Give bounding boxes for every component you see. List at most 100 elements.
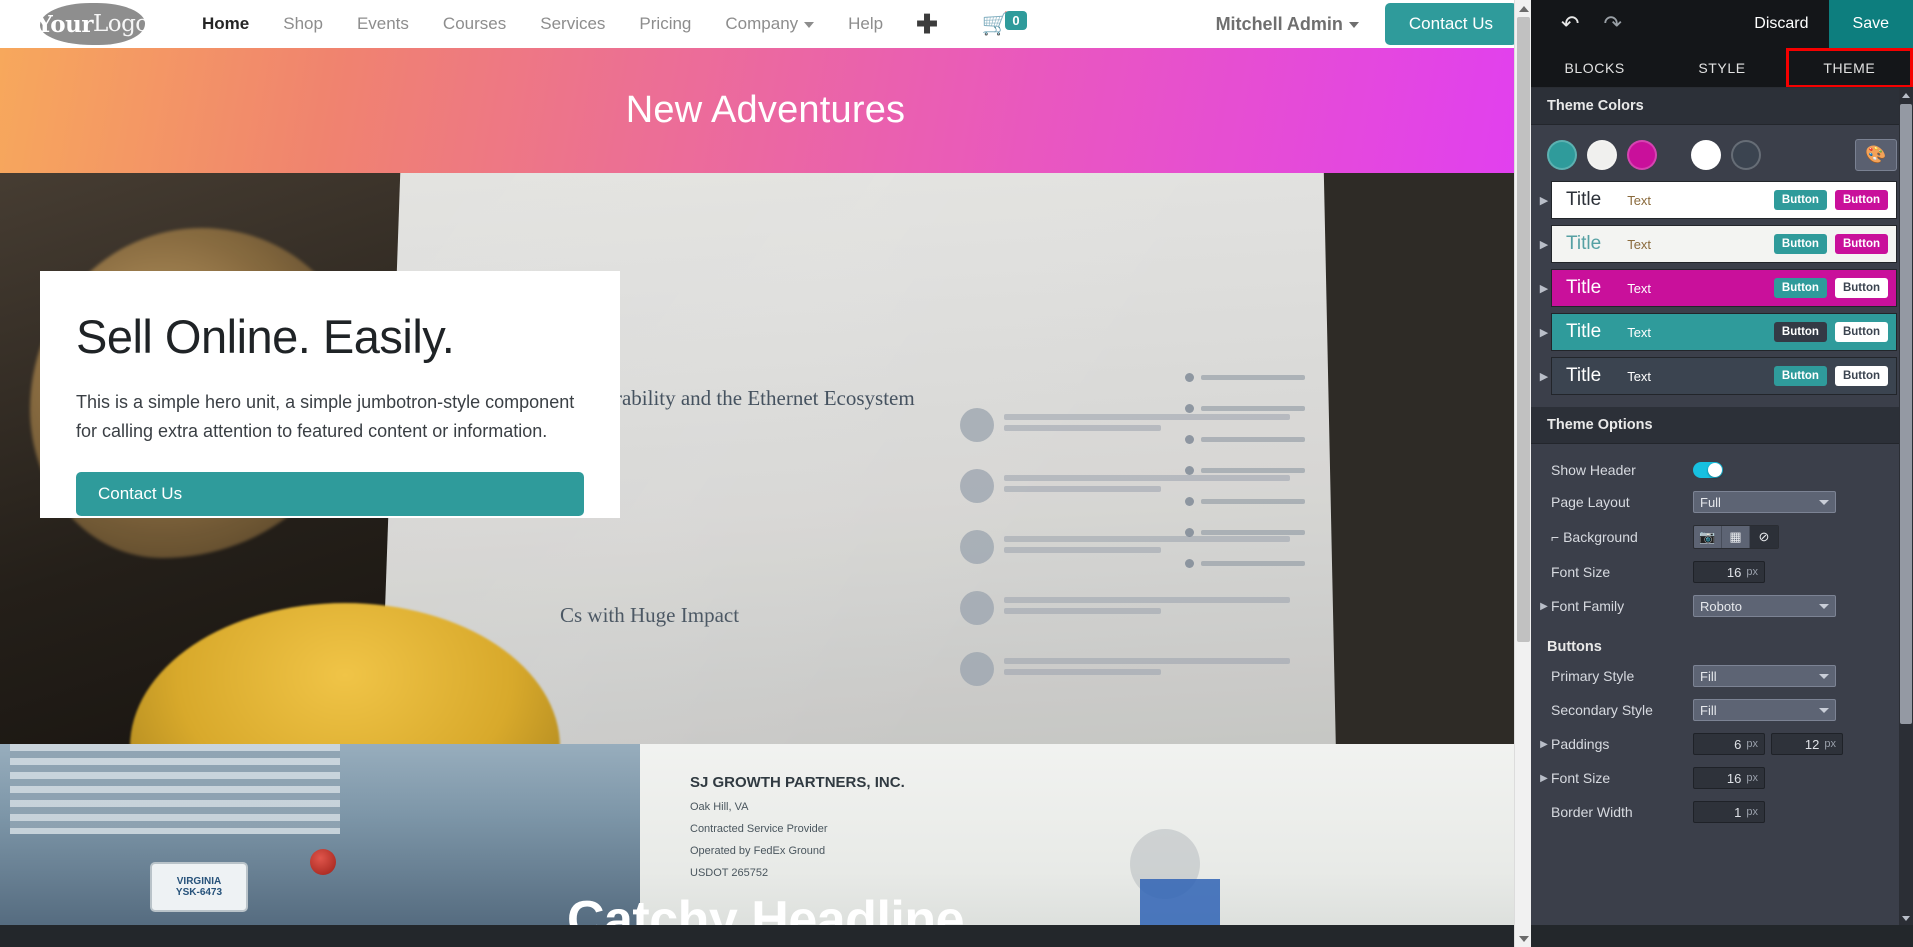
theme-preview-expand-arrow[interactable]: ▶: [1537, 282, 1551, 295]
padding-horizontal-unit: px: [1824, 738, 1836, 750]
nav-item-pricing[interactable]: Pricing: [622, 8, 708, 40]
button-font-size-expand-arrow[interactable]: ▶: [1537, 773, 1551, 784]
logo-text-light: Logo: [92, 11, 149, 37]
website-scrollbar[interactable]: [1514, 0, 1531, 947]
theme-preview[interactable]: Title Text Button Button: [1551, 181, 1897, 219]
theme-preview-secondary-button[interactable]: Button: [1834, 322, 1888, 342]
option-page-layout: Page Layout Full: [1531, 485, 1913, 519]
primary-style-select[interactable]: Fill: [1693, 665, 1836, 687]
show-header-label: Show Header: [1551, 461, 1636, 478]
secondary-style-select[interactable]: Fill: [1693, 699, 1836, 721]
list-item: [960, 591, 1290, 625]
nav-item-services[interactable]: Services: [523, 8, 622, 40]
promo-banner-title: New Adventures: [625, 89, 906, 131]
panel-scrollbar-thumb[interactable]: [1900, 104, 1912, 724]
padding-vertical-input[interactable]: 6 px: [1693, 733, 1765, 755]
save-button[interactable]: Save: [1828, 0, 1913, 48]
font-family-select[interactable]: Roboto: [1693, 595, 1836, 617]
nav-item-courses[interactable]: Courses: [426, 8, 523, 40]
nav-item-home[interactable]: Home: [185, 8, 266, 40]
theme-preview[interactable]: Title Text Button Button: [1551, 313, 1897, 351]
page-layout-value: Full: [1700, 494, 1721, 510]
theme-preview-expand-arrow[interactable]: ▶: [1537, 238, 1551, 251]
scrollbar-thumb[interactable]: [1517, 17, 1530, 642]
truck-usdot: USDOT 265752: [690, 866, 769, 879]
redo-icon[interactable]: ↷: [1591, 9, 1633, 39]
font-size-input[interactable]: 16 px: [1693, 561, 1765, 583]
theme-preview[interactable]: Title Text Button Button: [1551, 357, 1897, 395]
scroll-down-arrow[interactable]: [1515, 930, 1531, 947]
truck-company: SJ GROWTH PARTNERS, INC.: [690, 774, 905, 791]
buttons-section-heading: Buttons: [1531, 629, 1913, 659]
secondary-color-swatch[interactable]: [1587, 140, 1617, 170]
nav-item-company[interactable]: Company: [708, 8, 831, 40]
theme-preview-secondary-button[interactable]: Button: [1834, 278, 1888, 298]
theme-preview-text: Text: [1627, 236, 1652, 252]
theme-preview-primary-button[interactable]: Button: [1773, 278, 1827, 298]
app-root: Your Logo Home Shop Events Courses Servic…: [0, 0, 1913, 947]
theme-preview-title: Title: [1566, 365, 1602, 386]
theme-preview-secondary-button[interactable]: Button: [1834, 190, 1888, 210]
panel-bottom-strip: [1531, 925, 1913, 947]
theme-preview-primary-button[interactable]: Button: [1773, 190, 1827, 210]
accent-color-swatch[interactable]: [1627, 140, 1657, 170]
list-item: [960, 652, 1290, 686]
tab-blocks[interactable]: BLOCKS: [1531, 48, 1658, 88]
scroll-up-arrow[interactable]: [1515, 0, 1531, 17]
grid-icon[interactable]: ▦: [1722, 526, 1750, 548]
border-width-value: 1: [1734, 804, 1742, 820]
theme-preview-expand-arrow[interactable]: ▶: [1537, 194, 1551, 207]
plus-icon[interactable]: ✚: [900, 11, 954, 37]
user-menu[interactable]: Mitchell Admin: [1216, 14, 1359, 35]
paddings-expand-arrow[interactable]: ▶: [1537, 739, 1551, 750]
camera-icon[interactable]: 📷: [1694, 526, 1722, 548]
discard-button[interactable]: Discard: [1734, 1, 1828, 47]
cart-button[interactable]: 🛒 0: [982, 11, 1027, 37]
theme-preview-text: Text: [1627, 368, 1652, 384]
site-logo[interactable]: Your Logo: [36, 3, 149, 45]
palette-icon[interactable]: 🎨: [1855, 139, 1897, 171]
theme-preview[interactable]: Title Text Button Button: [1551, 225, 1897, 263]
nav-item-help[interactable]: Help: [831, 8, 900, 40]
theme-preview-expand-arrow[interactable]: ▶: [1537, 370, 1551, 383]
page-layout-select[interactable]: Full: [1693, 491, 1836, 513]
panel-scroll-down-arrow[interactable]: [1899, 911, 1913, 925]
avatar: [960, 652, 994, 686]
theme-preview-secondary-button[interactable]: Button: [1834, 234, 1888, 254]
theme-preview-primary-button[interactable]: Button: [1773, 366, 1827, 386]
theme-preview[interactable]: Title Text Button Button: [1551, 269, 1897, 307]
nav-item-events[interactable]: Events: [340, 8, 426, 40]
panel-scrollbar[interactable]: [1899, 88, 1913, 947]
button-font-size-input[interactable]: 16 px: [1693, 767, 1765, 789]
panel-scroll-up-arrow[interactable]: [1899, 88, 1913, 102]
dark-color-swatch[interactable]: [1731, 140, 1761, 170]
border-width-input[interactable]: 1 px: [1693, 801, 1765, 823]
theme-preview-primary-button[interactable]: Button: [1773, 234, 1827, 254]
option-border-width: Border Width 1 px: [1531, 795, 1913, 829]
padding-horizontal-input[interactable]: 12 px: [1771, 733, 1843, 755]
navbar-contact-us-button[interactable]: Contact Us: [1384, 3, 1517, 45]
show-header-toggle[interactable]: [1693, 461, 1723, 478]
promo-banner[interactable]: New Adventures: [0, 48, 1531, 173]
font-family-expand-arrow[interactable]: ▶: [1537, 601, 1551, 612]
theme-preview-row-2: ▶ Title Text Button Button: [1531, 225, 1913, 263]
nav-item-shop[interactable]: Shop: [266, 8, 340, 40]
hero-contact-us-button[interactable]: Contact Us: [76, 471, 584, 516]
tab-style[interactable]: STYLE: [1658, 48, 1785, 88]
theme-preview-secondary-button[interactable]: Button: [1834, 366, 1888, 386]
tab-theme[interactable]: THEME: [1785, 48, 1913, 88]
theme-preview-primary-button[interactable]: Button: [1773, 322, 1827, 342]
primary-color-swatch[interactable]: [1547, 140, 1577, 170]
undo-icon[interactable]: ↶: [1549, 9, 1591, 39]
theme-preview-expand-arrow[interactable]: ▶: [1537, 326, 1551, 339]
hero-card[interactable]: Sell Online. Easily. This is a simple he…: [40, 271, 620, 518]
editor-toolbar: ↶ ↷ Discard Save: [1531, 0, 1913, 48]
ban-icon[interactable]: ⊘: [1750, 526, 1778, 548]
light-color-swatch[interactable]: [1691, 140, 1721, 170]
font-family-label: Font Family: [1551, 598, 1625, 614]
website-editor-panel: ↶ ↷ Discard Save BLOCKS STYLE THEME Them…: [1531, 0, 1913, 947]
photo-bus-grille: [10, 744, 340, 834]
logo-text-bold: Your: [36, 10, 93, 38]
bottom-strip: [0, 925, 1531, 947]
theme-preview-row-5: ▶ Title Text Button Button: [1531, 357, 1913, 395]
